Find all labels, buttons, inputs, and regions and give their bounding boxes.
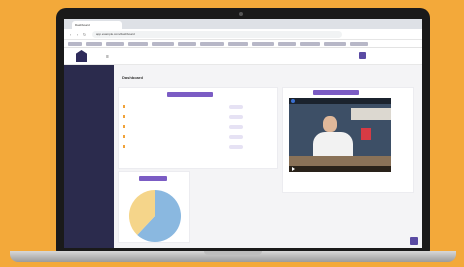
video-card — [282, 87, 414, 193]
list-item[interactable] — [123, 104, 273, 110]
document-icon — [123, 145, 125, 148]
list-item[interactable] — [123, 134, 273, 140]
forward-icon[interactable]: › — [75, 32, 80, 37]
bookmark-item[interactable] — [200, 42, 224, 46]
video-background — [351, 108, 391, 120]
pie-chart — [128, 190, 181, 242]
list-card — [118, 87, 278, 169]
channel-icon — [291, 99, 295, 103]
document-icon — [123, 125, 125, 128]
user-avatar[interactable] — [359, 52, 366, 59]
reload-icon[interactable]: ↻ — [82, 32, 87, 37]
browser-tabstrip: Dashboard — [64, 19, 422, 29]
list-item-pill[interactable] — [229, 115, 243, 119]
bookmark-item[interactable] — [350, 42, 368, 46]
play-icon[interactable] — [292, 167, 295, 171]
back-icon[interactable]: ‹ — [68, 32, 73, 37]
laptop-base — [10, 251, 456, 262]
bookmark-item[interactable] — [228, 42, 248, 46]
bookmark-item[interactable] — [68, 42, 82, 46]
bookmark-item[interactable] — [300, 42, 320, 46]
list-item-pill[interactable] — [229, 145, 243, 149]
main-content: Dashboard — [114, 65, 422, 248]
bookmark-item[interactable] — [324, 42, 346, 46]
list-item-pill[interactable] — [229, 125, 243, 129]
bookmark-item[interactable] — [252, 42, 274, 46]
address-bar[interactable]: app.example.com/dashboard — [92, 31, 342, 38]
video-sign — [361, 128, 371, 140]
bookmark-item[interactable] — [278, 42, 296, 46]
list-item-pill[interactable] — [229, 135, 243, 139]
document-icon — [123, 105, 125, 108]
bookmark-item[interactable] — [178, 42, 196, 46]
webcam-icon — [239, 12, 243, 16]
browser-tab[interactable]: Dashboard — [72, 21, 122, 29]
video-controls[interactable] — [289, 166, 391, 172]
video-player[interactable] — [289, 98, 391, 172]
list-item[interactable] — [123, 114, 273, 120]
list-item-pill[interactable] — [229, 105, 243, 109]
list-item[interactable] — [123, 124, 273, 130]
sidebar — [64, 65, 114, 248]
laptop-lid: Dashboard ‹ › ↻ app.example.com/dashboar… — [56, 8, 430, 252]
page-title: Dashboard — [122, 75, 143, 80]
app-logo[interactable] — [76, 50, 87, 62]
video-card-header — [313, 90, 359, 95]
bookmark-item[interactable] — [128, 42, 148, 46]
browser-toolbar: ‹ › ↻ app.example.com/dashboard — [64, 29, 422, 40]
laptop-notch — [204, 251, 262, 255]
help-button[interactable] — [410, 237, 418, 245]
app-header: ≡ — [64, 48, 422, 65]
bookmark-item[interactable] — [152, 42, 174, 46]
chart-card — [118, 171, 190, 243]
bookmark-item[interactable] — [86, 42, 102, 46]
document-icon — [123, 135, 125, 138]
video-title[interactable] — [289, 98, 391, 104]
bookmark-item[interactable] — [106, 42, 124, 46]
laptop-screen: Dashboard ‹ › ↻ app.example.com/dashboar… — [64, 19, 422, 248]
bookmarks-bar — [64, 40, 422, 48]
list-card-header — [167, 92, 213, 97]
list-item[interactable] — [123, 144, 273, 150]
hamburger-icon[interactable]: ≡ — [106, 54, 109, 60]
video-person-head — [323, 116, 337, 132]
document-icon — [123, 115, 125, 118]
